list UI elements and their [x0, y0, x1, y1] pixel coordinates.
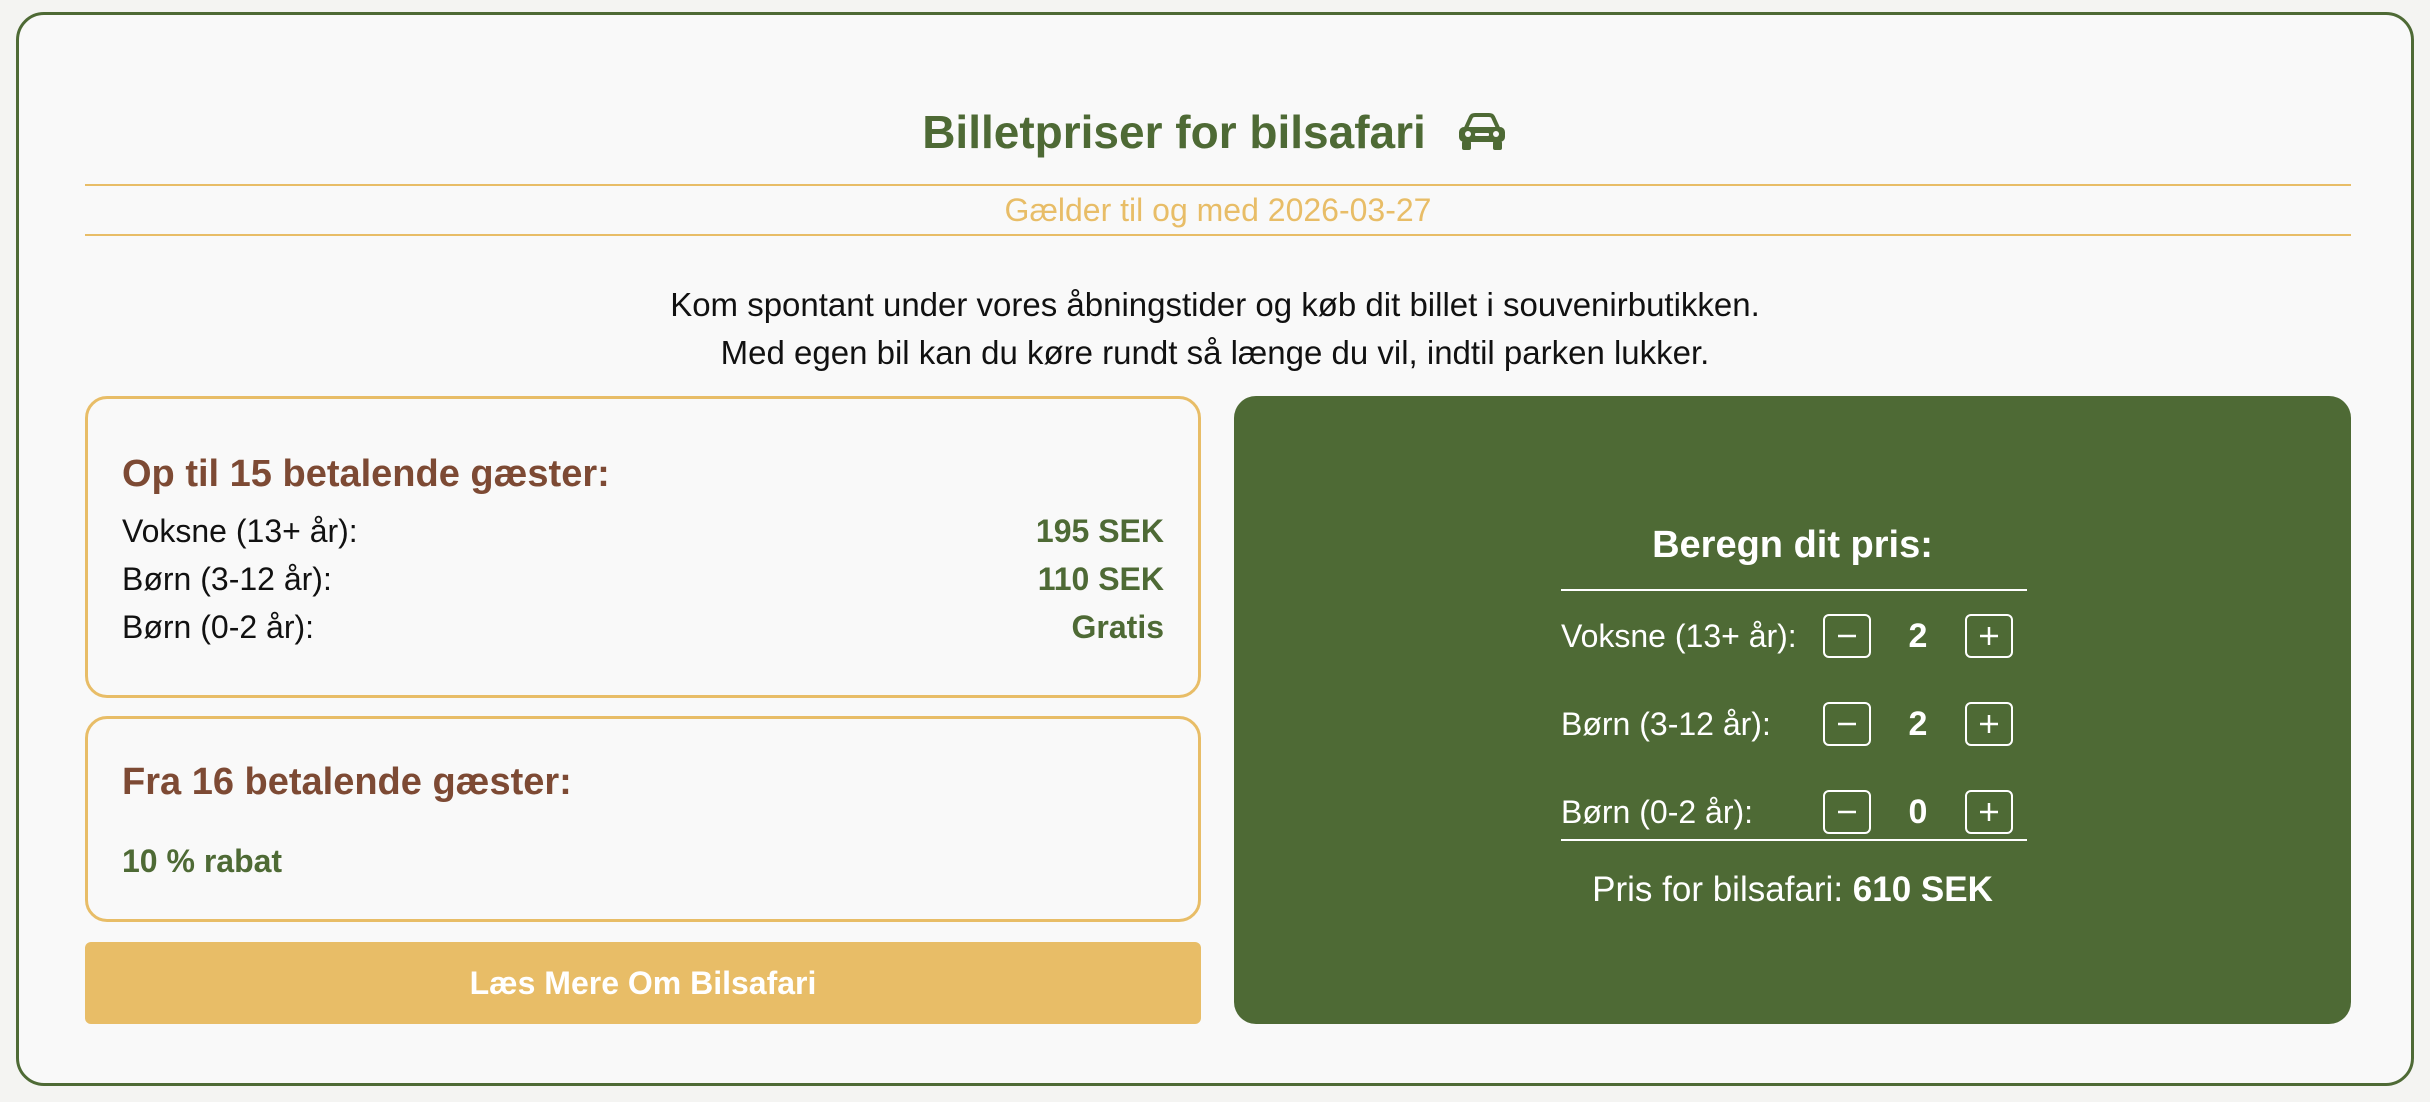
title-row: Billetpriser for bilsafari — [19, 97, 2411, 167]
divider — [1561, 589, 2027, 591]
price-value: Gratis — [1071, 608, 1164, 645]
price-row-infants: Børn (0-2 år): Gratis — [122, 605, 1164, 649]
quantity-value: 2 — [1908, 704, 1928, 743]
calc-label: Voksne (13+ år): — [1561, 617, 1797, 654]
plus-icon — [1980, 627, 1998, 645]
price-value: 110 SEK — [1037, 560, 1164, 597]
minus-icon — [1838, 722, 1856, 726]
calc-label: Børn (3-12 år): — [1561, 705, 1771, 742]
decrement-button[interactable] — [1823, 702, 1871, 746]
calc-label: Børn (0-2 år): — [1561, 793, 1754, 830]
ticket-price-card: Billetpriser for bilsafari Gælder til og… — [16, 12, 2414, 1086]
increment-button[interactable] — [1965, 702, 2013, 746]
read-more-button[interactable]: Læs Mere Om Bilsafari — [85, 942, 1201, 1024]
price-row-children: Børn (3-12 år): 110 SEK — [122, 557, 1164, 601]
intro-line-2: Med egen bil kan du køre rundt så længe … — [720, 334, 1710, 371]
quantity-value: 2 — [1908, 616, 1928, 655]
quantity-value: 0 — [1908, 792, 1928, 831]
intro-text: Kom spontant under vores åbningstider og… — [19, 281, 2411, 377]
minus-icon — [1838, 810, 1856, 814]
page-title: Billetpriser for bilsafari — [922, 106, 1426, 158]
small-group-heading: Op til 15 betalende gæster: — [122, 453, 610, 495]
price-value: 195 SEK — [1035, 512, 1164, 549]
plus-icon — [1980, 803, 1998, 821]
price-label: Børn (0-2 år): — [122, 608, 315, 645]
calc-row-children: Børn (3-12 år): 2 — [1561, 700, 2027, 748]
plus-icon — [1980, 715, 1998, 733]
discount-text: 10 % rabat — [122, 843, 283, 879]
decrement-button[interactable] — [1823, 614, 1871, 658]
total-value: 610 SEK — [1852, 870, 1993, 909]
increment-button[interactable] — [1965, 790, 2013, 834]
large-group-price-box: Fra 16 betalende gæster: 10 % rabat — [85, 716, 1201, 922]
price-calculator: Beregn dit pris: Voksne (13+ år): 2 Børn… — [1234, 396, 2351, 1024]
price-row-adults: Voksne (13+ år): 195 SEK — [122, 509, 1164, 553]
calc-row-infants: Børn (0-2 år): 0 — [1561, 788, 2027, 836]
total-price: Pris for bilsafari: 610 SEK — [1234, 870, 2351, 910]
small-group-price-box: Op til 15 betalende gæster: Voksne (13+ … — [85, 396, 1201, 698]
total-label: Pris for bilsafari: — [1592, 870, 1853, 909]
car-icon — [1456, 112, 1508, 152]
calculator-title: Beregn dit pris: — [1652, 524, 1933, 566]
increment-button[interactable] — [1965, 614, 2013, 658]
minus-icon — [1838, 634, 1856, 638]
decrement-button[interactable] — [1823, 790, 1871, 834]
price-label: Voksne (13+ år): — [122, 512, 358, 549]
validity-text: Gælder til og med 2026-03-27 — [1004, 191, 1432, 228]
large-group-heading: Fra 16 betalende gæster: — [122, 761, 572, 803]
calc-row-adults: Voksne (13+ år): 2 — [1561, 612, 2027, 660]
validity-band: Gælder til og med 2026-03-27 — [85, 184, 2351, 236]
price-label: Børn (3-12 år): — [122, 560, 332, 597]
intro-line-1: Kom spontant under vores åbningstider og… — [670, 286, 1760, 323]
divider — [1561, 839, 2027, 841]
